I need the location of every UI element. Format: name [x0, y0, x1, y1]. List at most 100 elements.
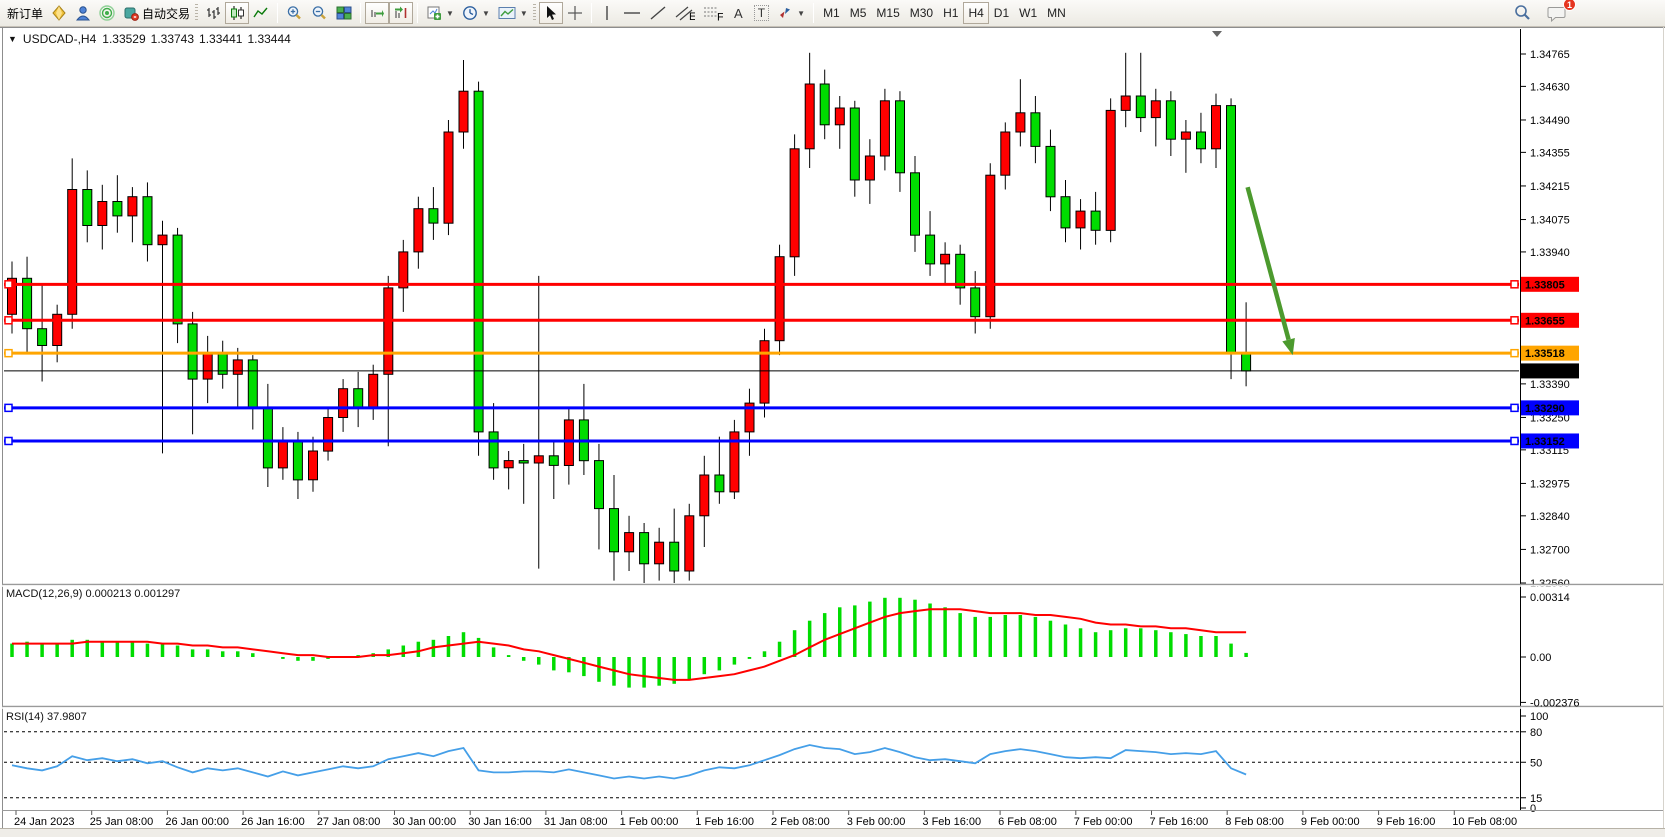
time-tick-label: 9 Feb 16:00: [1377, 816, 1436, 828]
templates-button[interactable]: ▼: [494, 2, 532, 24]
candle-body: [670, 542, 679, 571]
accounts-button[interactable]: [71, 2, 95, 24]
candle-body: [1197, 132, 1206, 149]
line-anchor[interactable]: [5, 350, 12, 357]
market-watch-button[interactable]: [47, 2, 71, 24]
chat-button[interactable]: 1: [1543, 2, 1570, 24]
time-tick-label: 31 Jan 08:00: [544, 816, 608, 828]
price-tick-label: 1.32840: [1530, 511, 1570, 523]
candle-body: [1046, 146, 1055, 196]
auto-trading-button[interactable]: 自动交易: [119, 2, 194, 24]
timeframe-button-M5[interactable]: M5: [845, 2, 872, 24]
rsi-tick-label: 100: [1530, 711, 1548, 723]
text-tool-button[interactable]: A: [727, 2, 750, 24]
candle-body: [278, 442, 287, 468]
signals-button[interactable]: [95, 2, 119, 24]
candle-body: [880, 101, 889, 156]
candle-body: [1076, 211, 1085, 228]
new-chart-button[interactable]: ▼: [422, 2, 458, 24]
candle-body: [685, 516, 694, 571]
candle-body: [399, 252, 408, 288]
candlestick-mode-button[interactable]: [225, 2, 249, 24]
line-anchor[interactable]: [1511, 281, 1518, 288]
price-label-text: 1.33655: [1525, 315, 1565, 327]
timeframe-group: M1M5M15M30H1H4D1W1MN: [818, 2, 1071, 24]
window-bottom-strip: [0, 829, 1665, 837]
line-anchor[interactable]: [1511, 404, 1518, 411]
candle-body: [941, 254, 950, 264]
candle-body: [324, 418, 333, 452]
chart-shift-button[interactable]: [389, 2, 413, 24]
timeframe-button-W1[interactable]: W1: [1014, 2, 1042, 24]
chart-window: 1.347651.346301.344901.343551.342151.340…: [0, 27, 1665, 837]
line-anchor[interactable]: [5, 404, 12, 411]
candle-body: [790, 149, 799, 257]
gold-gem-icon: [51, 5, 67, 21]
candle-body: [1106, 110, 1115, 230]
candle-body: [655, 542, 664, 564]
timeframe-button-M30[interactable]: M30: [905, 2, 938, 24]
price-tick-label: 1.34215: [1530, 181, 1570, 193]
timeframe-button-MN[interactable]: MN: [1042, 2, 1071, 24]
toolbar-drag-handle[interactable]: [195, 4, 198, 22]
candle-body: [986, 175, 995, 317]
auto-scroll-icon: [369, 5, 385, 21]
bar-chart-mode-button[interactable]: [201, 2, 225, 24]
bar-chart-icon: [205, 5, 221, 21]
candle-body: [896, 101, 905, 173]
tile-windows-button[interactable]: [332, 2, 356, 24]
toolbar-right-group: 1: [1509, 2, 1570, 24]
candle-body: [113, 202, 122, 216]
horizontal-line-tool-button[interactable]: [619, 2, 645, 24]
zoom-in-button[interactable]: [282, 2, 307, 24]
new-chart-icon: [426, 5, 442, 21]
line-anchor[interactable]: [1511, 437, 1518, 444]
price-tick-label: 1.34075: [1530, 215, 1570, 227]
cursor-button[interactable]: [539, 2, 563, 24]
line-anchor[interactable]: [1511, 317, 1518, 324]
new-order-button[interactable]: 新订单: [3, 2, 47, 24]
chevron-down-icon: ▼: [482, 9, 490, 18]
candle-body: [98, 202, 107, 226]
zoom-out-button[interactable]: [307, 2, 332, 24]
signal-icon: [99, 5, 115, 21]
line-anchor[interactable]: [1511, 350, 1518, 357]
candlestick-icon: [229, 5, 245, 21]
fibonacci-tool-button[interactable]: F: [699, 2, 727, 24]
line-anchor[interactable]: [5, 281, 12, 288]
line-chart-mode-button[interactable]: [249, 2, 273, 24]
price-tick-label: 1.34490: [1530, 115, 1570, 127]
candle-body: [1181, 132, 1190, 139]
time-tick-label: 25 Jan 08:00: [90, 816, 154, 828]
text-label-tool-button[interactable]: T: [750, 2, 773, 24]
chart-expander-icon[interactable]: ▼: [8, 34, 17, 44]
candle-body: [158, 235, 167, 245]
chart-canvas[interactable]: 1.347651.346301.344901.343551.342151.340…: [0, 27, 1665, 837]
toolbar-separator: [417, 3, 418, 23]
crosshair-button[interactable]: [563, 2, 587, 24]
auto-scroll-button[interactable]: [365, 2, 389, 24]
candle-body: [504, 461, 513, 468]
candle-body: [1227, 106, 1236, 353]
candle-body: [926, 235, 935, 264]
timeframe-button-M15[interactable]: M15: [871, 2, 904, 24]
periods-button[interactable]: ▼: [458, 2, 494, 24]
timeframe-button-H1[interactable]: H1: [938, 2, 963, 24]
vertical-line-tool-button[interactable]: [596, 2, 619, 24]
toolbar-drag-handle[interactable]: [533, 4, 536, 22]
candle-body: [534, 456, 543, 463]
trendline-tool-button[interactable]: [645, 2, 671, 24]
equidistant-channel-tool-button[interactable]: E: [671, 2, 699, 24]
timeframe-button-D1[interactable]: D1: [989, 2, 1014, 24]
chart-background: [0, 27, 1665, 837]
timeframe-button-H4[interactable]: H4: [963, 2, 988, 24]
timeframe-button-M1[interactable]: M1: [818, 2, 845, 24]
candle-body: [1212, 106, 1221, 149]
template-icon: [498, 5, 516, 21]
line-anchor[interactable]: [5, 317, 12, 324]
candle-body: [1001, 132, 1010, 175]
time-tick-label: 1 Feb 16:00: [695, 816, 754, 828]
arrows-tool-button[interactable]: ▼: [773, 2, 809, 24]
search-button[interactable]: [1509, 2, 1535, 24]
line-anchor[interactable]: [5, 437, 12, 444]
